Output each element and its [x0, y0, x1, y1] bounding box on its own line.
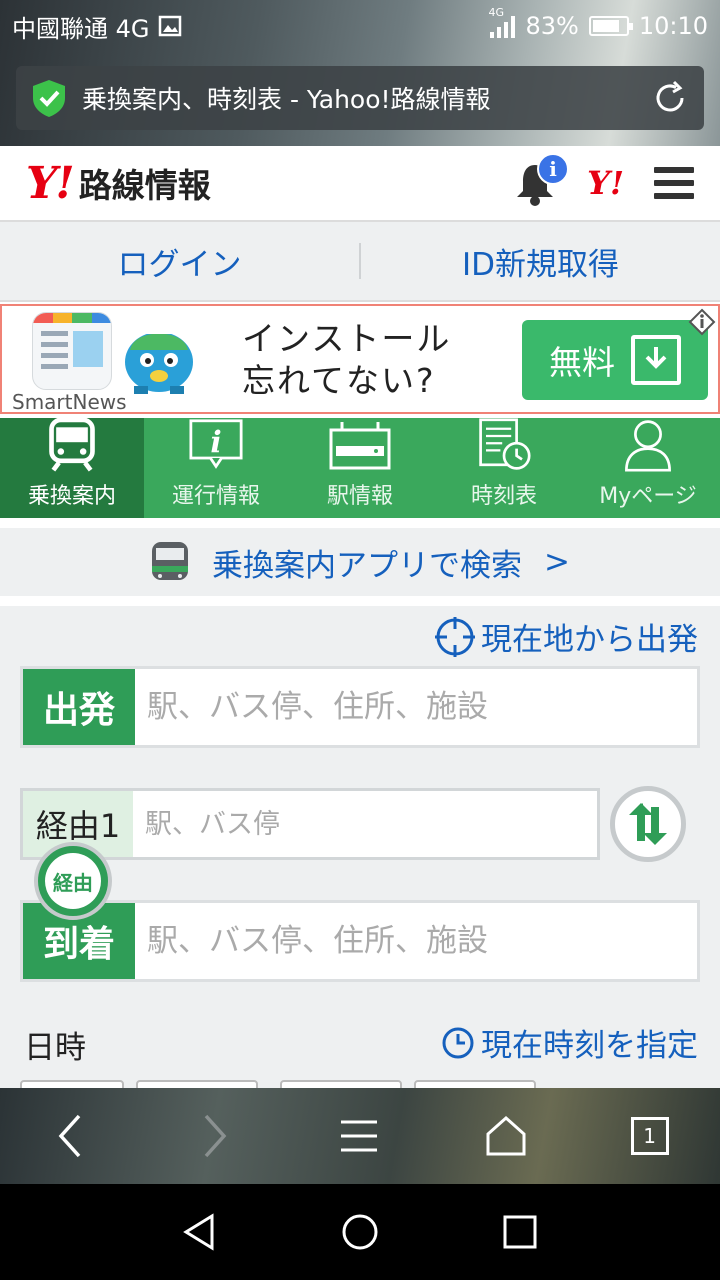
via-toggle-button[interactable]: 経由 — [34, 842, 112, 920]
carrier-label: 中國聯通 4G — [12, 14, 150, 43]
web-page: Y! 路線情報 i Y! ログイン ID新規取得 SmartNews インストー… — [0, 146, 720, 1088]
ad-copy-line2: 忘れてない? — [242, 361, 436, 400]
clock-icon — [442, 1027, 474, 1058]
signup-link[interactable]: ID新規取得 — [361, 239, 720, 284]
tab-timetable[interactable]: 時刻表 — [432, 418, 576, 518]
station-sign-icon — [329, 422, 391, 470]
tabs-button[interactable]: 1 — [630, 1117, 669, 1155]
login-row: ログイン ID新規取得 — [0, 222, 720, 302]
date-selects — [20, 1080, 536, 1088]
tab-label: 乗換案内 — [27, 484, 116, 509]
app-search-link[interactable]: 乗換案内アプリで検索 > — [0, 528, 720, 596]
ad-choices-icon[interactable] — [688, 308, 716, 336]
secure-shield-icon — [33, 80, 65, 117]
nav-recents-icon[interactable] — [500, 1212, 540, 1252]
departure-input[interactable] — [135, 669, 697, 745]
page-title: 乗換案内、時刻表 - Yahoo!路線情報 — [82, 85, 491, 114]
ad-copy-line1: インストール — [242, 319, 452, 358]
departure-label: 出発 — [23, 669, 135, 745]
route-search-form: 現在地から出発 出発 経由1 到着 経由 日時 — [0, 606, 720, 1088]
tab-label: 運行情報 — [171, 484, 260, 509]
crosshair-icon — [435, 616, 475, 657]
notification-button[interactable]: i — [513, 153, 570, 207]
swap-arrows-icon — [629, 803, 667, 845]
ad-cta-label: 無料 — [549, 343, 615, 382]
login-link[interactable]: ログイン — [0, 239, 359, 284]
datetime-label: 日時 — [24, 1030, 86, 1066]
departure-field: 出発 — [20, 666, 700, 748]
main-tabs: 乗換案内 i 運行情報 駅情報 時刻表 Myページ — [0, 418, 720, 518]
tab-label: 駅情報 — [326, 484, 393, 509]
yahoo-logo-mark: Y! — [26, 157, 75, 209]
browser-toolbar: 1 — [0, 1088, 720, 1184]
tab-route-search[interactable]: 乗換案内 — [0, 418, 144, 518]
nav-back-icon[interactable] — [180, 1212, 220, 1252]
svg-text:i: i — [210, 425, 221, 460]
minute-select[interactable] — [414, 1080, 536, 1088]
ad-brand: SmartNews — [12, 390, 127, 414]
site-header: Y! 路線情報 i Y! — [0, 146, 720, 222]
battery-percent: 83% — [525, 12, 579, 40]
yahoo-home-icon[interactable]: Y! — [587, 164, 624, 202]
train-app-icon — [152, 542, 188, 580]
home-icon[interactable] — [484, 1114, 528, 1158]
swap-stations-button[interactable] — [610, 786, 686, 862]
network-type-label: 4G — [488, 6, 505, 19]
arrival-field: 到着 — [20, 900, 700, 982]
battery-icon — [588, 16, 633, 36]
forward-icon[interactable] — [194, 1112, 234, 1160]
current-location-link[interactable]: 現在地から出発 — [435, 614, 698, 659]
current-time-label: 現在時刻を指定 — [481, 1028, 698, 1064]
current-time-link[interactable]: 現在時刻を指定 — [441, 1020, 698, 1065]
nav-home-icon[interactable] — [340, 1212, 380, 1252]
tab-label: Myページ — [599, 484, 697, 509]
user-icon — [625, 420, 671, 472]
tab-mypage[interactable]: Myページ — [576, 418, 720, 518]
tab-label: 時刻表 — [470, 484, 537, 509]
hour-select[interactable] — [280, 1080, 402, 1088]
smartnews-app-icon — [32, 312, 112, 390]
current-location-label: 現在地から出発 — [481, 622, 698, 658]
arrival-input[interactable] — [135, 903, 697, 979]
month-select[interactable] — [20, 1080, 124, 1088]
menu-icon[interactable] — [654, 167, 694, 199]
via-toggle-label: 経由 — [45, 853, 101, 909]
image-notification-icon — [158, 15, 181, 37]
ad-install-button[interactable]: 無料 — [522, 320, 708, 400]
train-icon — [49, 418, 95, 472]
ad-banner[interactable]: SmartNews インストール 忘れてない? 無料 — [0, 304, 720, 414]
day-select[interactable] — [136, 1080, 258, 1088]
tab-service-info[interactable]: i 運行情報 — [144, 418, 288, 518]
status-bar: 中國聯通 4G 4G 83% 10:10 — [0, 0, 720, 52]
via-input[interactable] — [133, 791, 597, 857]
app-search-label: 乗換案内アプリで検索 — [212, 547, 522, 584]
info-icon: i — [189, 419, 243, 469]
browser-menu-icon[interactable] — [337, 1116, 381, 1156]
site-logo[interactable]: Y! 路線情報 — [26, 158, 211, 209]
mascot-icon — [125, 324, 193, 394]
site-logo-text: 路線情報 — [78, 166, 211, 205]
url-bar[interactable]: 乗換案内、時刻表 - Yahoo!路線情報 — [16, 66, 704, 130]
tab-station-info[interactable]: 駅情報 — [288, 418, 432, 518]
back-icon[interactable] — [51, 1112, 91, 1160]
timetable-icon — [479, 418, 531, 470]
chevron-right-icon: > — [544, 544, 570, 580]
tab-count: 1 — [643, 1124, 656, 1148]
clock: 10:10 — [638, 12, 708, 40]
reload-icon[interactable] — [650, 78, 690, 118]
via-field: 経由1 — [20, 788, 600, 860]
download-icon — [631, 335, 681, 385]
notification-badge: i — [537, 153, 570, 185]
android-nav-bar — [0, 1184, 720, 1280]
